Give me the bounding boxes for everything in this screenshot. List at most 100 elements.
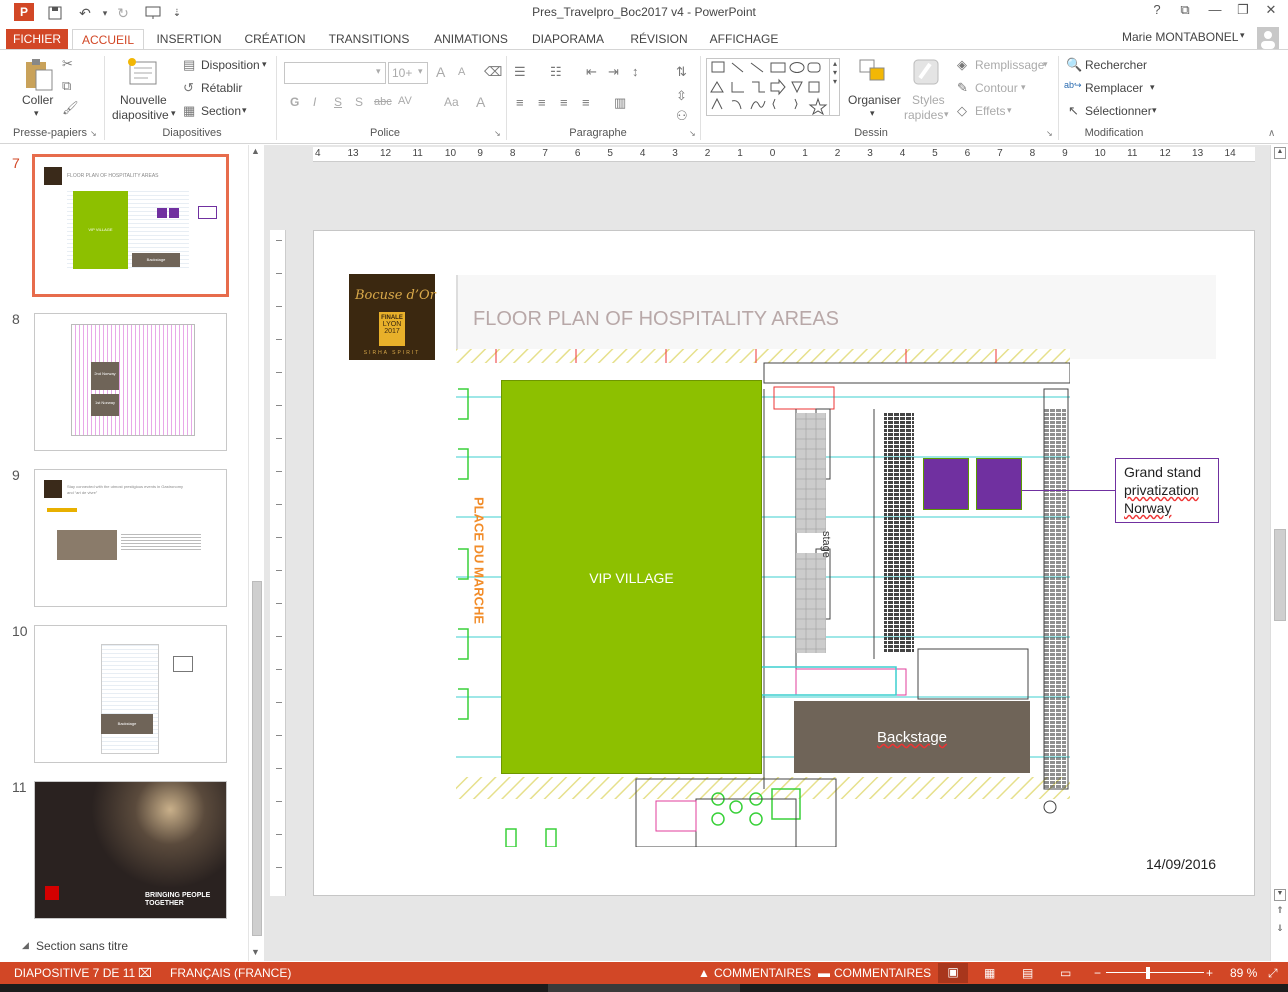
- vip-village-zone[interactable]: VIP VILLAGE: [501, 380, 762, 774]
- find-icon[interactable]: 🔍: [1066, 57, 1082, 73]
- effects-dropdown-icon[interactable]: ▾: [1007, 105, 1012, 116]
- scroll-thumb[interactable]: [252, 581, 262, 936]
- section-dropdown-icon[interactable]: ▾: [242, 105, 247, 116]
- shapes-gallery[interactable]: ▴ ▾ ▾: [706, 58, 840, 116]
- scroll-thumb[interactable]: [1274, 529, 1286, 621]
- character-spacing-button[interactable]: AV: [398, 95, 412, 107]
- thumbnail-slide-10[interactable]: Backstage: [34, 625, 227, 763]
- maximize-button[interactable]: ❐: [1230, 2, 1256, 22]
- tab-fichier[interactable]: FICHIER: [6, 29, 68, 50]
- clear-formatting-icon[interactable]: ⌫: [484, 64, 502, 80]
- place-du-marche-label[interactable]: PLACE DU MARCHE: [472, 486, 487, 636]
- font-color-button[interactable]: A: [476, 94, 485, 110]
- font-size-dropdown-icon[interactable]: ▾: [418, 66, 423, 77]
- thumbnail-scrollbar[interactable]: ▲ ▼: [248, 145, 264, 961]
- new-slide-dropdown-icon[interactable]: ▾: [171, 108, 176, 119]
- tab-diaporama[interactable]: DIAPORAMA: [528, 29, 608, 50]
- reading-view-icon[interactable]: ▤: [1022, 966, 1033, 980]
- notes-button[interactable]: COMMENTAIRES: [714, 966, 811, 980]
- comments-button[interactable]: COMMENTAIRES: [834, 966, 931, 980]
- align-center-icon[interactable]: ≡: [538, 95, 546, 110]
- select-icon[interactable]: ↖: [1068, 103, 1079, 119]
- fill-dropdown-icon[interactable]: ▾: [1043, 59, 1048, 70]
- spellcheck-icon[interactable]: ⌧: [138, 966, 152, 980]
- slide-canvas[interactable]: Bocuse d’Or FINALE LYON 2017 SIRHA SPIRI…: [313, 230, 1255, 896]
- collapse-ribbon-icon[interactable]: ∧: [1268, 128, 1275, 139]
- paste-icon[interactable]: [22, 58, 56, 94]
- increase-indent-icon[interactable]: ⇥: [608, 64, 619, 80]
- select-button[interactable]: Sélectionner: [1085, 104, 1152, 118]
- notes-icon[interactable]: ▲: [698, 966, 710, 980]
- scroll-up-icon[interactable]: ▲: [1274, 147, 1286, 159]
- copy-icon[interactable]: ⧉: [62, 78, 71, 94]
- thumbnail-slide-9[interactable]: Stay connected with the utmost prestigio…: [34, 469, 227, 607]
- horizontal-ruler[interactable]: 4 13 12 11 10 9 8 7 6 5 4 3 2 1 0 1 2 3 4 5 6 7 8 9 10 11 12 13 14: [313, 147, 1255, 162]
- font-launcher-icon[interactable]: ↘: [494, 129, 501, 138]
- avatar[interactable]: [1257, 27, 1279, 49]
- vertical-ruler[interactable]: [270, 230, 286, 896]
- slide-counter[interactable]: DIAPOSITIVE 7 DE 11: [14, 966, 135, 980]
- tab-insertion[interactable]: INSERTION: [152, 29, 226, 50]
- ribbon-display-button[interactable]: ⧉: [1172, 2, 1198, 22]
- tab-accueil[interactable]: ACCUEIL: [72, 29, 144, 50]
- scroll-down-icon[interactable]: ▼: [251, 947, 260, 957]
- purple-stand-block[interactable]: [976, 458, 1022, 510]
- outline-button[interactable]: Contour: [975, 81, 1018, 95]
- layout-icon[interactable]: ▤: [183, 57, 195, 73]
- reset-button[interactable]: Rétablir: [201, 81, 242, 95]
- zoom-in-icon[interactable]: +: [1206, 966, 1213, 980]
- section-collapse-icon[interactable]: ◢: [22, 940, 29, 951]
- slide-title[interactable]: FLOOR PLAN OF HOSPITALITY AREAS: [473, 308, 839, 331]
- thumbnail-slide-8[interactable]: 2nd Norway 1st Norway: [34, 313, 227, 451]
- columns-icon[interactable]: ▥: [614, 95, 626, 111]
- tab-transitions[interactable]: TRANSITIONS: [326, 29, 412, 50]
- slide-date[interactable]: 14/09/2016: [1146, 856, 1216, 872]
- quick-styles-icon[interactable]: [910, 56, 942, 88]
- paste-button[interactable]: Coller: [22, 93, 53, 107]
- shrink-font-icon[interactable]: A: [458, 66, 465, 78]
- user-name[interactable]: Marie MONTABONEL: [1122, 30, 1238, 44]
- change-case-button[interactable]: Aa: [444, 95, 459, 109]
- font-family-dropdown-icon[interactable]: ▾: [376, 66, 381, 77]
- shapes-gallery-scroll[interactable]: ▴ ▾ ▾: [829, 59, 840, 115]
- previous-slide-icon[interactable]: ⇑: [1274, 905, 1286, 923]
- layout-dropdown-icon[interactable]: ▾: [262, 59, 267, 70]
- user-dropdown-icon[interactable]: ▾: [1240, 30, 1245, 41]
- zoom-slider-thumb[interactable]: [1146, 967, 1150, 979]
- zoom-level[interactable]: 89 %: [1230, 966, 1257, 980]
- fit-slide-icon[interactable]: ⤢: [1268, 966, 1278, 981]
- smartart-icon[interactable]: ⚇: [676, 108, 688, 124]
- new-slide-label-line2[interactable]: diapositive: [112, 108, 169, 122]
- section-icon[interactable]: ▦: [183, 103, 195, 119]
- outline-dropdown-icon[interactable]: ▾: [1021, 82, 1026, 93]
- grow-font-icon[interactable]: A: [436, 64, 445, 80]
- callout-norway[interactable]: Grand stand privatization Norway: [1115, 458, 1219, 523]
- slide-scrollbar[interactable]: ▲ ▼ ⇑ ⇓: [1270, 145, 1288, 961]
- justify-icon[interactable]: ≡: [582, 95, 590, 110]
- align-text-icon[interactable]: ⇳: [676, 88, 687, 104]
- close-button[interactable]: ✕: [1258, 2, 1284, 22]
- arrange-dropdown-icon[interactable]: ▾: [870, 108, 875, 119]
- thumbnail-slide-7[interactable]: FLOOR PLAN OF HOSPITALITY AREAS VIP VILL…: [32, 154, 229, 297]
- shadow-button[interactable]: S: [355, 95, 363, 109]
- align-left-icon[interactable]: ≡: [516, 95, 524, 110]
- text-direction-icon[interactable]: ⇅: [676, 64, 687, 80]
- arrange-icon[interactable]: [858, 56, 888, 88]
- slideshow-icon[interactable]: ▭: [1060, 966, 1071, 980]
- scroll-up-icon[interactable]: ▲: [251, 146, 260, 156]
- select-dropdown-icon[interactable]: ▾: [1152, 105, 1157, 116]
- thumbnail-slide-11[interactable]: BRINGING PEOPLE TOGETHER: [34, 781, 227, 919]
- cut-icon[interactable]: ✂: [62, 56, 73, 72]
- tab-affichage[interactable]: AFFICHAGE: [706, 29, 782, 50]
- paragraph-launcher-icon[interactable]: ↘: [689, 129, 696, 138]
- new-slide-icon[interactable]: [126, 56, 160, 88]
- drawing-launcher-icon[interactable]: ↘: [1046, 129, 1053, 138]
- tab-revision[interactable]: RÉVISION: [626, 29, 692, 50]
- outline-icon[interactable]: ✎: [957, 80, 968, 96]
- arrange-button[interactable]: Organiser: [848, 93, 901, 107]
- zoom-out-icon[interactable]: −: [1094, 966, 1101, 980]
- find-button[interactable]: Rechercher: [1085, 58, 1147, 72]
- tab-animations[interactable]: ANIMATIONS: [426, 29, 516, 50]
- section-label[interactable]: Section sans titre: [36, 939, 128, 953]
- bold-button[interactable]: G: [290, 95, 299, 109]
